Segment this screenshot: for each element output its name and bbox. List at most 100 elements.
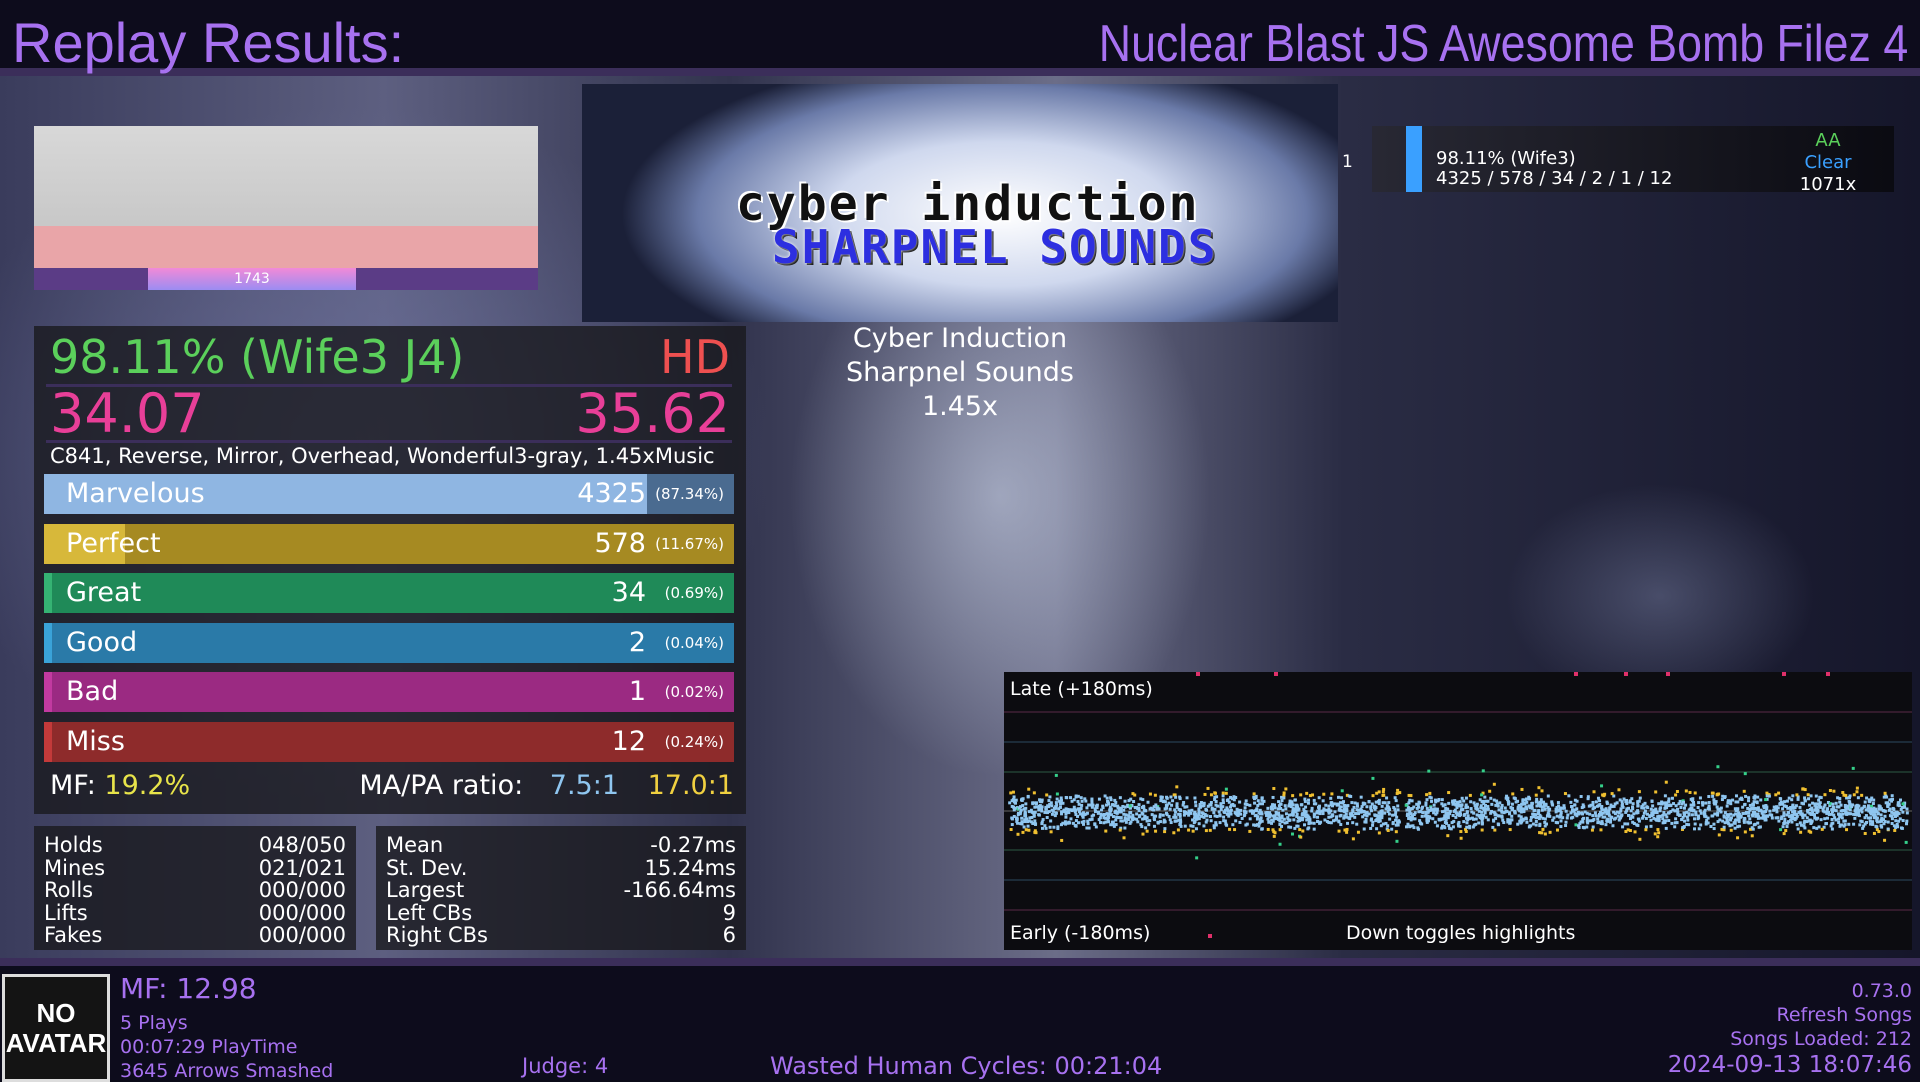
plot-point	[1304, 805, 1308, 809]
plot-point	[1484, 815, 1488, 819]
plot-point	[1365, 814, 1369, 818]
plot-point	[1205, 808, 1209, 812]
plot-point	[1661, 821, 1665, 825]
score-stripe	[1406, 126, 1422, 192]
avatar[interactable]: NO AVATAR	[2, 974, 110, 1082]
plot-point	[1192, 812, 1196, 816]
plot-point	[1723, 795, 1727, 799]
plot-point	[1329, 796, 1333, 800]
plot-point	[1225, 806, 1229, 810]
plot-point	[1442, 825, 1446, 829]
plot-point	[1675, 789, 1679, 793]
plot-point	[1141, 832, 1145, 836]
plot-point	[1191, 824, 1195, 828]
plot-point	[1567, 794, 1571, 798]
plot-point	[1388, 817, 1392, 821]
plot-point	[1729, 823, 1733, 827]
plot-point	[1195, 856, 1199, 860]
plot-point	[1224, 822, 1228, 826]
plot-point	[1260, 827, 1264, 831]
chart-preview[interactable]: 1743	[34, 126, 538, 290]
plot-point	[1291, 812, 1295, 816]
plot-point	[1419, 810, 1423, 814]
plot-point	[1235, 807, 1239, 811]
plot-point	[1716, 765, 1720, 769]
plot-point	[1612, 810, 1616, 814]
plot-point	[1781, 825, 1785, 829]
plot-point	[1291, 809, 1295, 813]
plot-point	[1118, 796, 1122, 800]
plot-point	[1905, 819, 1909, 823]
plot-point	[1411, 824, 1415, 828]
refresh-songs-button[interactable]: Refresh Songs	[1777, 1004, 1912, 1026]
plot-point	[1591, 819, 1595, 823]
plot-point	[1855, 790, 1859, 794]
plot-point	[1093, 809, 1097, 813]
plot-point	[1361, 802, 1365, 806]
plot-point	[1259, 816, 1263, 820]
plot-point	[1396, 823, 1400, 827]
plot-point	[1619, 809, 1623, 813]
plot-point	[1278, 819, 1282, 823]
plot-point	[1764, 798, 1768, 802]
stat-label: Fakes	[44, 923, 103, 947]
plot-point	[1522, 802, 1526, 806]
plot-point	[1894, 819, 1898, 823]
plot-point	[1315, 811, 1319, 815]
plot-point	[1693, 817, 1697, 821]
plot-point	[1159, 799, 1163, 803]
plot-point	[1537, 786, 1541, 790]
plot-point	[1513, 809, 1517, 813]
plot-point	[1404, 803, 1408, 807]
plot-point	[1341, 801, 1345, 805]
plot-point	[1856, 796, 1860, 800]
plot-point	[1815, 805, 1819, 809]
plot-point	[1332, 802, 1336, 806]
plot-point	[1299, 835, 1303, 839]
plot-point	[1256, 799, 1260, 803]
plot-point	[1380, 812, 1384, 816]
plot-point	[1363, 813, 1367, 817]
plot-point	[1408, 825, 1412, 829]
plot-point	[1624, 800, 1628, 804]
plot-point	[1790, 820, 1794, 824]
plot-point	[1714, 800, 1718, 804]
plot-point	[1580, 806, 1584, 810]
plot-point	[1658, 807, 1662, 811]
plot-point	[1850, 805, 1854, 809]
plot-point	[1244, 799, 1248, 803]
plot-point	[1321, 799, 1325, 803]
plot-point	[1021, 797, 1025, 801]
plot-point	[1040, 800, 1044, 804]
score-entry[interactable]: 1 98.11% (Wife3) 4325 / 578 / 34 / 2 / 1…	[1342, 126, 1894, 195]
plot-point	[1457, 820, 1461, 824]
plot-point	[1064, 812, 1068, 816]
plot-miss-mark	[1666, 672, 1670, 676]
plot-point	[1069, 817, 1073, 821]
plot-point	[1733, 826, 1737, 830]
plot-point	[1600, 784, 1604, 788]
plot-point	[1638, 837, 1642, 841]
plot-point	[1380, 804, 1384, 808]
plot-point	[1233, 828, 1237, 832]
plot-point	[1869, 807, 1873, 811]
plot-point	[1564, 809, 1568, 813]
plot-point	[1056, 825, 1060, 829]
plot-point	[1324, 803, 1328, 807]
plot-point	[1596, 817, 1600, 821]
plot-point	[1416, 826, 1420, 830]
plot-point	[1271, 807, 1275, 811]
songs-loaded: Songs Loaded: 212	[1730, 1028, 1912, 1050]
plot-point	[1625, 807, 1629, 811]
plot-point	[1753, 796, 1757, 800]
plot-point	[1099, 812, 1103, 816]
plot-point	[1248, 817, 1252, 821]
plot-point	[1799, 830, 1803, 834]
plot-point	[1803, 819, 1807, 823]
offset-plot[interactable]: Late (+180ms) Early (-180ms) Down toggle…	[1004, 672, 1912, 950]
plot-point	[1407, 793, 1411, 797]
plot-point	[1091, 803, 1095, 807]
plot-point	[1758, 825, 1762, 829]
plot-point	[1343, 804, 1347, 808]
plot-point	[1285, 820, 1289, 824]
